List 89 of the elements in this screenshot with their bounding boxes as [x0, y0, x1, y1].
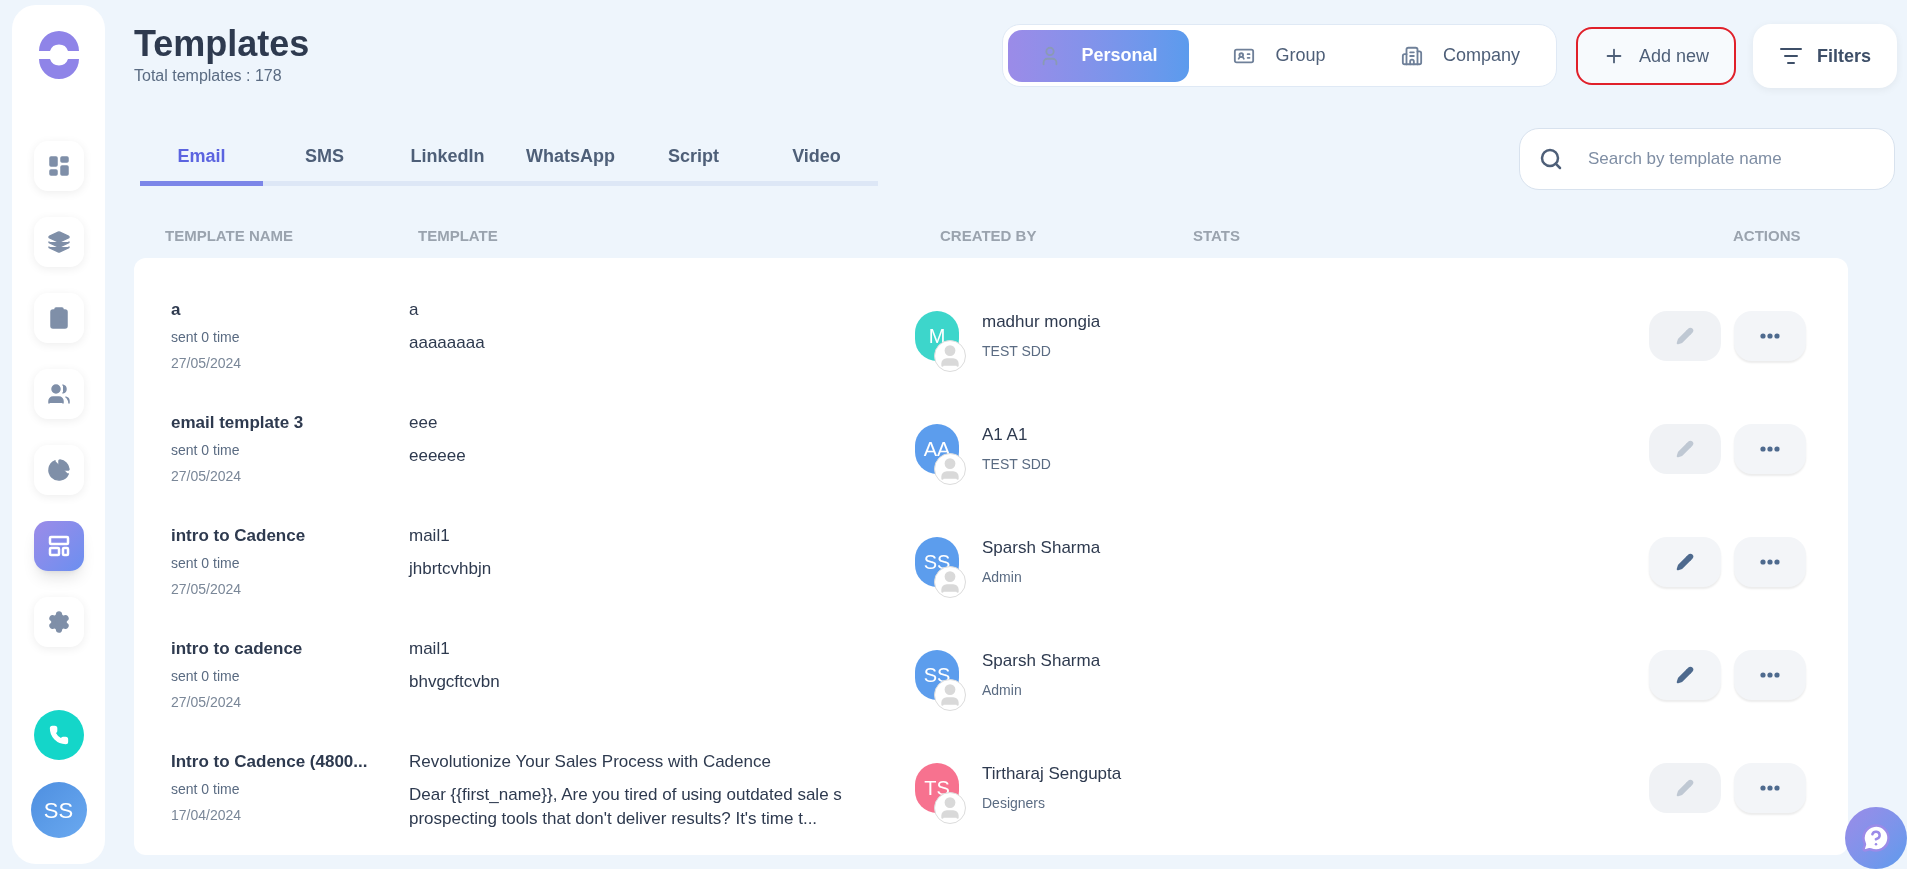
search-icon [1539, 147, 1563, 171]
more-icon [1760, 671, 1780, 678]
more-icon [1760, 558, 1780, 565]
sent-count: sent 0 time [171, 554, 241, 574]
template-subject: mail1 [409, 638, 451, 660]
column-header: TEMPLATE [418, 225, 499, 246]
more-button[interactable] [1734, 649, 1806, 700]
search-field[interactable]: Search by template name [1519, 128, 1895, 190]
author-team: TEST SDD [982, 341, 1052, 361]
page-title: Templates [134, 24, 310, 64]
template-name: Intro to Cadence (4800... [171, 750, 369, 773]
sidebar-item[interactable] [33, 217, 84, 267]
author-team: Admin [982, 567, 1023, 587]
channel-tab[interactable]: Email [140, 132, 263, 186]
template-date: 27/05/2024 [171, 580, 243, 600]
column-header: CREATED BY [940, 225, 1038, 246]
template-subject: a [409, 299, 420, 321]
column-header: ACTIONS [1733, 225, 1801, 246]
channel-tab[interactable]: Video [755, 132, 878, 186]
template-date: 17/04/2024 [171, 806, 243, 826]
pencil-icon [1676, 778, 1694, 797]
template-body: bhvgcftcvbn [409, 670, 501, 693]
template-name: a [171, 298, 182, 321]
dashboard-icon [46, 154, 71, 178]
sent-count: sent 0 time [171, 780, 241, 800]
author-team: TEST SDD [982, 454, 1052, 474]
column-header: STATS [1193, 225, 1241, 246]
template-body: eeeeee [409, 444, 467, 467]
author-team: Admin [982, 680, 1023, 700]
sidebar-item[interactable] [33, 521, 84, 571]
more-button[interactable] [1734, 762, 1806, 813]
edit-button[interactable] [1649, 536, 1721, 587]
sent-count: sent 0 time [171, 441, 241, 461]
more-icon [1760, 332, 1780, 339]
building-icon [1400, 44, 1423, 67]
author-name: Sparsh Sharma [982, 537, 1102, 560]
filters-button[interactable]: Filters [1753, 24, 1897, 88]
channel-tab[interactable]: LinkedIn [386, 132, 509, 186]
template-subject: mail1 [409, 525, 451, 547]
layout-icon [46, 534, 71, 558]
template-name: intro to cadence [171, 637, 304, 660]
template-body: aaaaaaaa [409, 331, 486, 354]
pencil-icon [1676, 552, 1694, 571]
add-new-button[interactable]: Add new [1576, 27, 1736, 85]
sidebar-item[interactable] [33, 141, 84, 191]
sent-count: sent 0 time [171, 667, 241, 687]
template-date: 27/05/2024 [171, 354, 243, 374]
channel-tab[interactable]: Script [632, 132, 755, 186]
more-button[interactable] [1734, 536, 1806, 587]
template-date: 27/05/2024 [171, 693, 243, 713]
more-button[interactable] [1734, 423, 1806, 474]
scope-tab[interactable]: Company [1370, 29, 1551, 82]
author-name: madhur mongia [982, 311, 1102, 334]
edit-button[interactable] [1649, 649, 1721, 700]
phone-button[interactable] [33, 710, 84, 760]
more-icon [1760, 784, 1780, 791]
author-name: A1 A1 [982, 424, 1029, 447]
pencil-icon [1676, 665, 1694, 684]
more-icon [1760, 445, 1780, 452]
pencil-icon [1676, 326, 1694, 345]
pie-chart-icon [46, 458, 71, 482]
sent-count: sent 0 time [171, 328, 241, 348]
phone-icon [48, 725, 69, 745]
template-body: Dear {{first_name}}, Are you tired of using outdated sale s prospecting tools that don't deliver results? It's time t... [409, 783, 843, 830]
template-date: 27/05/2024 [171, 467, 243, 487]
sidebar-item[interactable] [33, 293, 84, 343]
pencil-icon [1676, 439, 1694, 458]
scope-tab[interactable]: Group [1189, 29, 1370, 82]
channel-tab[interactable]: WhatsApp [509, 132, 632, 186]
help-button[interactable] [1845, 807, 1907, 869]
template-name: intro to Cadence [171, 524, 307, 547]
template-subject: Revolutionize Your Sales Process with Cadence [409, 751, 772, 773]
people-icon [46, 382, 71, 406]
author-name: Sparsh Sharma [982, 650, 1102, 673]
total-templates-count: Total templates : 178 [134, 66, 283, 86]
author-team: Designers [982, 793, 1047, 813]
sidebar-item[interactable] [33, 597, 84, 647]
template-body: jhbrtcvhbjn [409, 557, 493, 580]
column-header: TEMPLATE NAME [165, 225, 295, 246]
channel-tab[interactable]: SMS [263, 132, 386, 186]
template-name: email template 3 [171, 411, 305, 434]
sidebar-item[interactable] [33, 369, 84, 419]
sidebar-item[interactable] [33, 445, 84, 495]
stack-icon [46, 230, 71, 254]
author-name: Tirtharaj Sengupta [982, 763, 1123, 786]
template-subject: eee [409, 412, 439, 434]
help-chat-icon [1861, 823, 1891, 853]
settings-icon [46, 610, 71, 634]
more-button[interactable] [1734, 310, 1806, 361]
